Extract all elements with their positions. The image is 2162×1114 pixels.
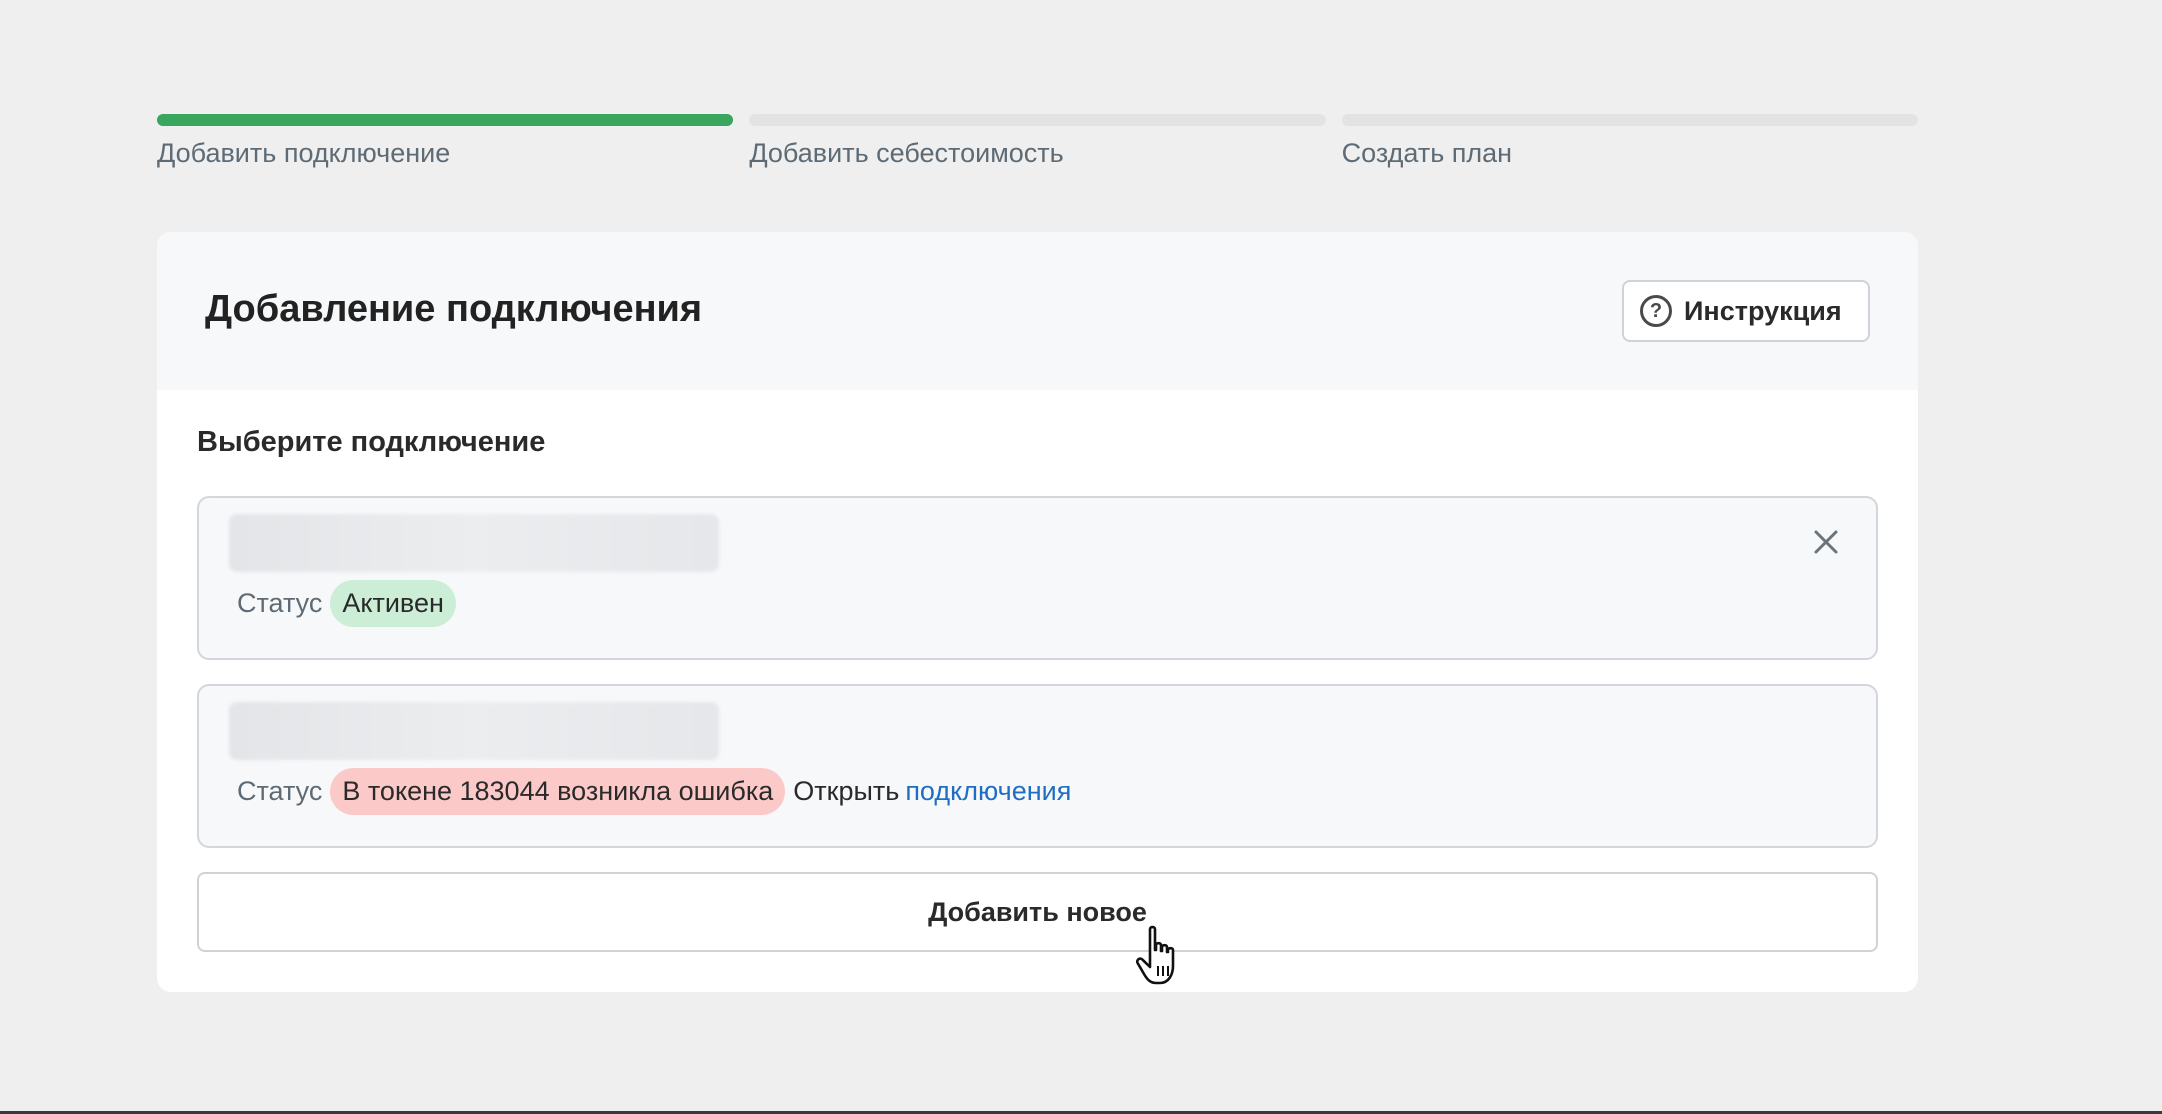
connection-item-error[interactable]: Статус В токене 183044 возникла ошибка О…: [197, 684, 1878, 848]
help-circle-icon: ?: [1640, 295, 1672, 327]
add-new-button[interactable]: Добавить новое: [197, 872, 1878, 952]
card-header: Добавление подключения ? Инструкция: [157, 232, 1918, 390]
step-add-connection: Добавить подключение: [157, 114, 734, 169]
connections-link[interactable]: подключения: [905, 776, 1071, 807]
open-text: Открыть: [793, 776, 900, 806]
hand-pointer-cursor-icon: [1135, 925, 1175, 985]
step-progress-bar: [1341, 114, 1918, 126]
connection-name-redacted: [229, 514, 719, 572]
step-create-plan: Создать план: [1341, 114, 1918, 169]
add-connection-card: Добавление подключения ? Инструкция Выбе…: [157, 232, 1918, 992]
page-title: Добавление подключения: [205, 288, 703, 330]
stepper: Добавить подключение Добавить себестоимо…: [157, 114, 1918, 169]
status-key: Статус: [237, 588, 323, 618]
instruction-button[interactable]: ? Инструкция: [1622, 280, 1870, 342]
connection-name-redacted: [229, 702, 719, 760]
step-label: Создать план: [1341, 138, 1513, 168]
step-label: Добавить себестоимость: [749, 138, 1064, 168]
instruction-label: Инструкция: [1684, 295, 1842, 326]
connection-status: Статус В токене 183044 возникла ошибка О…: [237, 768, 1071, 815]
select-connection-label: Выберите подключение: [197, 426, 546, 458]
step-progress-bar: [157, 114, 734, 126]
step-label: Добавить подключение: [157, 138, 451, 168]
step-add-cost: Добавить себестоимость: [749, 114, 1326, 169]
step-progress-bar: [749, 114, 1326, 126]
connection-status: Статус Активен: [237, 580, 456, 627]
status-key: Статус: [237, 776, 323, 806]
status-badge-active: Активен: [330, 580, 456, 627]
status-badge-error: В токене 183044 возникла ошибка: [330, 768, 786, 815]
connection-item-active[interactable]: Статус Активен: [197, 496, 1878, 660]
close-icon[interactable]: [1806, 522, 1846, 562]
